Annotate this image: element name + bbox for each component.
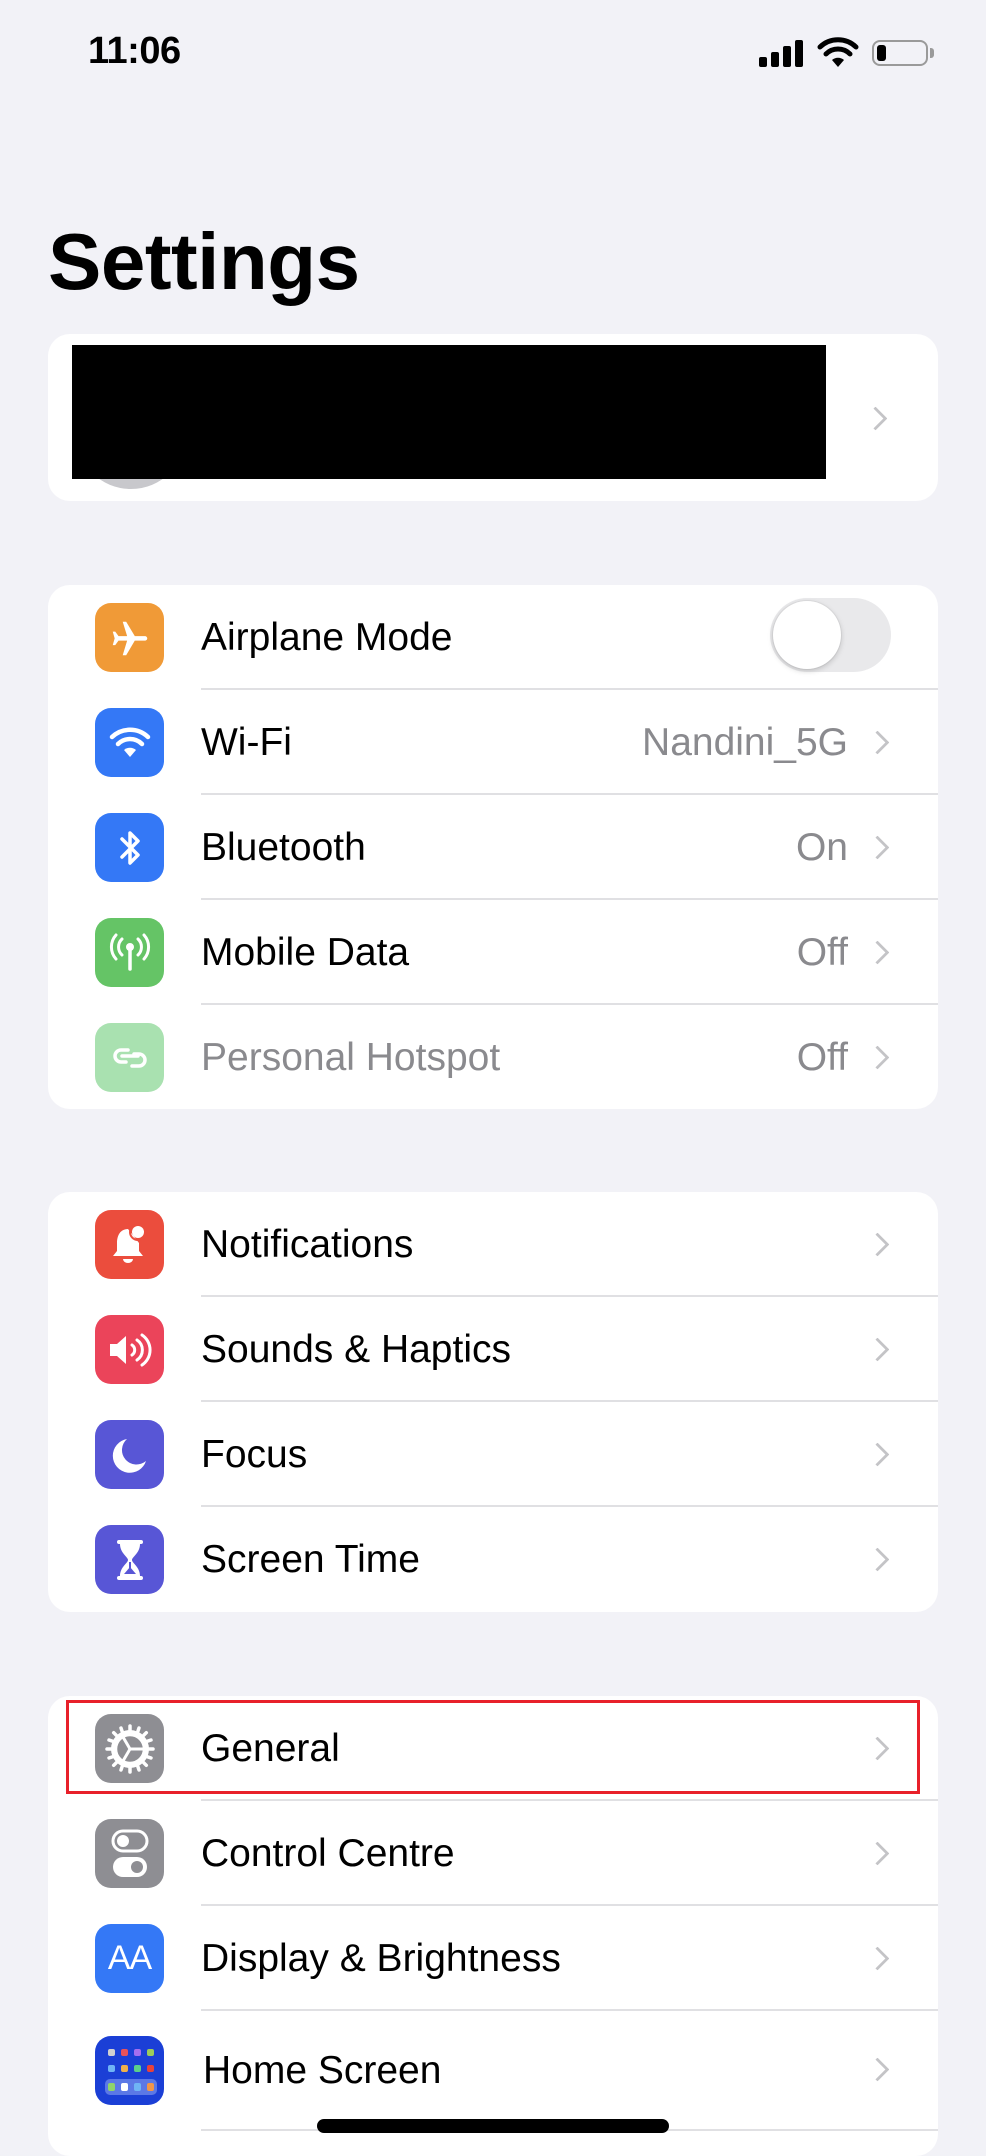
home-screen-icon [95, 2036, 164, 2105]
row-airplane-mode[interactable]: Airplane Mode [48, 585, 938, 690]
status-time: 11:06 [88, 30, 181, 72]
row-wifi[interactable]: Wi-Fi Nandini_5G [48, 690, 938, 795]
switches-icon [95, 1819, 164, 1888]
row-screen-time[interactable]: Screen Time [48, 1507, 938, 1612]
airplane-icon [95, 603, 164, 672]
chevron-right-icon [865, 1547, 890, 1572]
chevron-right-icon [865, 940, 890, 965]
connectivity-group: Airplane Mode Wi-Fi Nandini_5G Bluetooth… [48, 585, 938, 1109]
row-display-brightness[interactable]: AA Display & Brightness [48, 1906, 938, 2011]
speaker-icon [95, 1315, 164, 1384]
row-label: Notifications [201, 1223, 414, 1266]
airplane-mode-toggle[interactable] [770, 598, 891, 672]
row-general[interactable]: General [48, 1696, 938, 1801]
moon-icon [95, 1420, 164, 1489]
chevron-right-icon [865, 730, 890, 755]
chevron-right-icon [865, 835, 890, 860]
row-bluetooth[interactable]: Bluetooth On [48, 795, 938, 900]
hotspot-icon [95, 1023, 164, 1092]
wifi-icon [95, 708, 164, 777]
bluetooth-status-value: On [795, 826, 848, 869]
chevron-right-icon [865, 1337, 890, 1362]
row-label: Bluetooth [201, 826, 366, 869]
chevron-right-icon [865, 1045, 890, 1070]
row-notifications[interactable]: Notifications [48, 1192, 938, 1297]
row-label: Personal Hotspot [201, 1036, 501, 1079]
row-home-screen[interactable]: Home Screen [48, 2009, 938, 2131]
chevron-right-icon [865, 1442, 890, 1467]
wifi-network-value: Nandini_5G [642, 721, 848, 764]
chevron-right-icon [863, 406, 888, 431]
general-group: General Control Centre AA Display & Brig… [48, 1696, 938, 2156]
mobile-data-value: Off [796, 931, 848, 974]
row-label: Display & Brightness [201, 1937, 561, 1980]
row-control-centre[interactable]: Control Centre [48, 1801, 938, 1906]
battery-level [877, 45, 887, 61]
bluetooth-icon [95, 813, 164, 882]
chevron-right-icon [865, 1841, 890, 1866]
chevron-right-icon [865, 2057, 890, 2082]
chevron-right-icon [865, 1232, 890, 1257]
battery-cap [930, 48, 934, 58]
row-focus[interactable]: Focus [48, 1402, 938, 1507]
hourglass-icon [95, 1525, 164, 1594]
text-size-icon: AA [95, 1924, 164, 1993]
row-personal-hotspot[interactable]: Personal Hotspot Off [48, 1005, 938, 1109]
row-sounds-haptics[interactable]: Sounds & Haptics [48, 1297, 938, 1402]
bell-icon [95, 1210, 164, 1279]
hotspot-value: Off [796, 1036, 848, 1079]
redaction-bar [72, 345, 826, 479]
row-label: Control Centre [201, 1832, 455, 1875]
antenna-icon [95, 918, 164, 987]
row-label: Wi-Fi [201, 721, 292, 764]
row-label: Sounds & Haptics [201, 1328, 512, 1371]
row-label: General [201, 1727, 340, 1770]
home-indicator[interactable] [317, 2119, 669, 2133]
row-label: Home Screen [203, 2049, 442, 2092]
battery-icon [872, 40, 928, 66]
chevron-right-icon [865, 1736, 890, 1761]
gear-icon [95, 1714, 164, 1783]
notifications-group: Notifications Sounds & Haptics Focus Scr… [48, 1192, 938, 1612]
wifi-status-icon [816, 36, 860, 68]
chevron-right-icon [865, 1946, 890, 1971]
row-label: Focus [201, 1433, 308, 1476]
row-label: Screen Time [201, 1538, 420, 1581]
toggle-knob [773, 601, 841, 669]
row-label: Airplane Mode [201, 616, 453, 659]
cellular-signal-icon [759, 40, 803, 67]
row-mobile-data[interactable]: Mobile Data Off [48, 900, 938, 1005]
row-label: Mobile Data [201, 931, 410, 974]
page-title: Settings [48, 217, 360, 306]
